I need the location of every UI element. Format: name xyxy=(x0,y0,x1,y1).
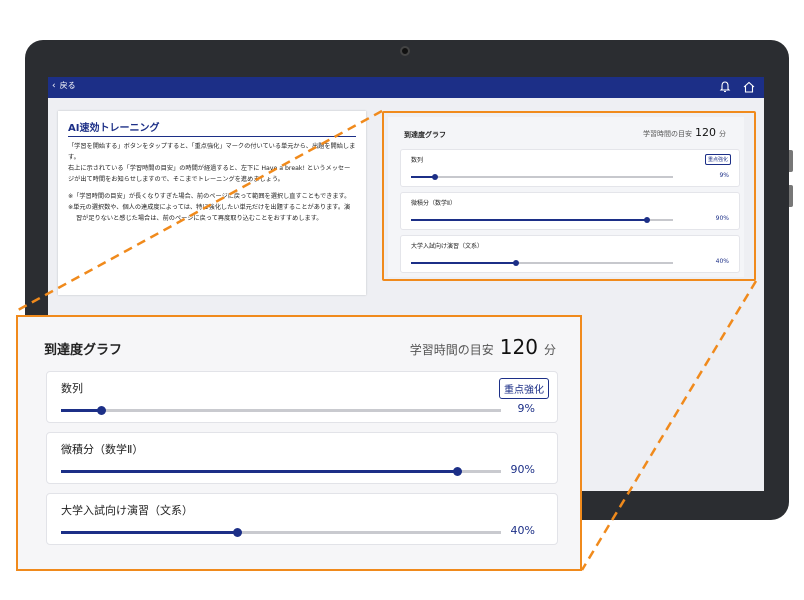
progress-panel-zoomed: 到達度グラフ 学習時間の目安 120 分 数列 重点強化 9% 微積分（数学Ⅱ）… xyxy=(16,315,582,571)
side-button xyxy=(789,185,793,207)
focus-badge: 重点強化 xyxy=(499,378,549,399)
study-time: 学習時間の目安 120 分 xyxy=(410,335,556,359)
side-button xyxy=(789,150,793,172)
progress-fill xyxy=(61,470,457,473)
percent-label: 90% xyxy=(510,463,535,476)
progress-handle xyxy=(233,528,242,537)
bell-icon[interactable] xyxy=(718,80,732,94)
unit-name: 微積分（数学Ⅱ） xyxy=(61,443,144,456)
progress-row[interactable]: 大学入試向け演習（文系） 40% xyxy=(46,493,558,545)
unit-name: 数列 xyxy=(61,382,83,395)
progress-handle xyxy=(96,406,106,415)
back-label: 戻る xyxy=(59,81,76,90)
progress-row[interactable]: 数列 重点強化 9% xyxy=(46,371,558,423)
progress-row[interactable]: 微積分（数学Ⅱ） 90% xyxy=(46,432,558,484)
progress-fill xyxy=(61,531,237,534)
top-bar: ‹ 戻る xyxy=(48,77,764,98)
camera-icon xyxy=(400,46,410,56)
study-time-label: 学習時間の目安 xyxy=(409,343,494,357)
progress-track xyxy=(61,467,501,476)
lesson-card: AI速効トレーニング 「学習を開始する」ボタンをタップすると、「重点強化」マーク… xyxy=(58,111,366,295)
home-icon[interactable] xyxy=(742,80,756,94)
lesson-title: AI速効トレーニング xyxy=(68,119,356,137)
highlight-frame xyxy=(382,111,756,281)
progress-track xyxy=(61,406,501,415)
lesson-paragraph: 右上に示されている「学習時間の目安」の時間が経過すると、左下に Have a b… xyxy=(68,165,351,183)
percent-label: 40% xyxy=(510,524,535,537)
percent-label: 9% xyxy=(517,402,535,415)
figure: ‹ 戻る AI速効トレーニング 「学習を開始する」ボタンをタップすると、「重点強… xyxy=(0,0,804,600)
chevron-left-icon: ‹ xyxy=(52,80,56,91)
lesson-note: ※「学習時間の目安」が長くなりすぎた場合、前のページに戻って範囲を選択し直すこと… xyxy=(68,193,351,200)
progress-fill xyxy=(61,409,101,412)
progress-track xyxy=(61,528,501,537)
unit-name: 大学入試向け演習（文系） xyxy=(61,504,193,517)
lesson-note: ※単元の選択数や、個人の達成度によっては、特に強化したい単元だけを出題することが… xyxy=(68,204,351,222)
progress-title: 到達度グラフ xyxy=(44,343,123,358)
study-time-unit: 分 xyxy=(543,343,556,357)
back-button[interactable]: ‹ 戻る xyxy=(52,80,76,91)
progress-handle xyxy=(453,467,462,476)
lesson-paragraph: 「学習を開始する」ボタンをタップすると、「重点強化」マークの付いている単元から、… xyxy=(68,143,356,161)
study-time-value: 120 xyxy=(499,335,538,359)
